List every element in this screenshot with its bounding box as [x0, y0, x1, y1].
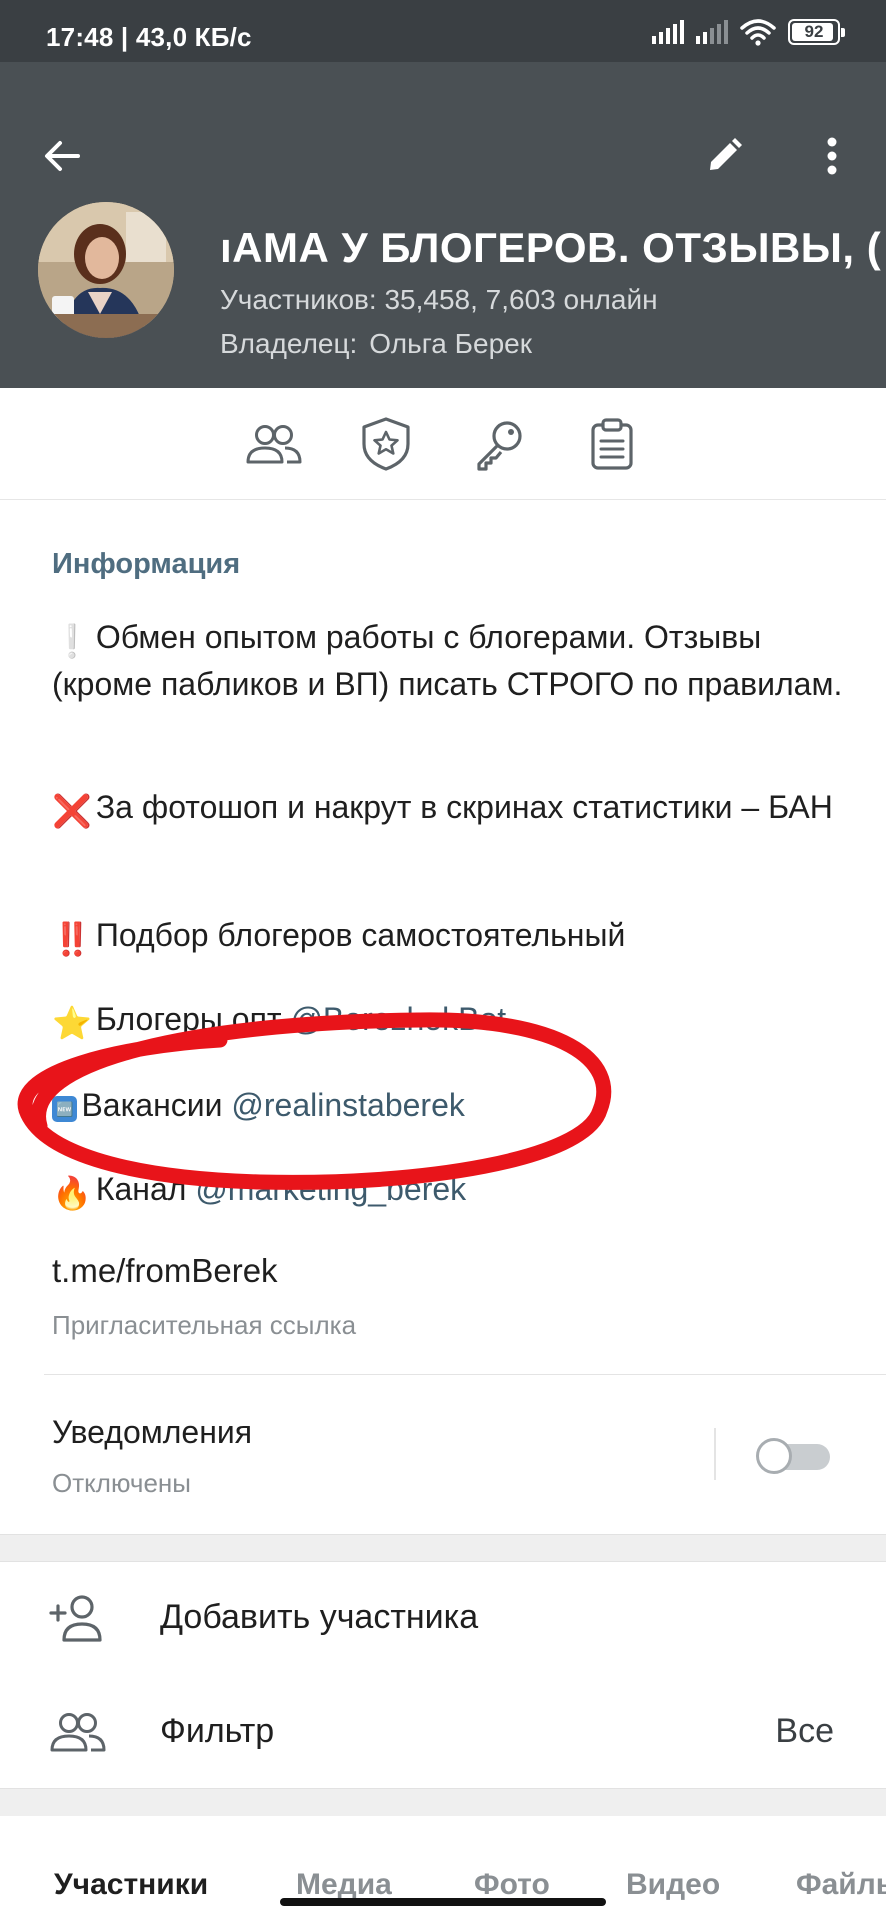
filter-label: Фильтр [160, 1712, 275, 1750]
filter-value: Все [775, 1712, 834, 1750]
pencil-icon [710, 138, 742, 170]
back-button[interactable] [30, 124, 94, 188]
arrow-back-icon [45, 141, 80, 171]
admins-button[interactable] [354, 412, 418, 476]
members-button[interactable] [242, 412, 306, 476]
exclamation-icon: ❕ [52, 623, 92, 659]
add-user-icon [46, 1590, 110, 1646]
double-exclamation-icon: ‼️ [52, 921, 92, 957]
section-gap [0, 1534, 886, 1562]
section-gap [0, 1788, 886, 1816]
tab-media[interactable]: Медиа [296, 1868, 392, 1902]
info-paragraph: ❕ Обмен опытом работы с блогерами. Отзывы… [52, 619, 843, 702]
fire-icon: 🔥 [52, 1175, 92, 1211]
wifi-icon [740, 19, 776, 46]
add-member-row[interactable]: Добавить участника [0, 1562, 886, 1672]
invite-link[interactable]: t.me/fromBerek [52, 1252, 278, 1290]
star-icon: ⭐ [52, 1005, 92, 1041]
group-title: ıАМА У БЛОГЕРОВ. ОТЗЫВЫ, ( [220, 224, 882, 271]
admin-actions-row [0, 388, 886, 500]
battery-level: 92 [804, 22, 824, 41]
info-paragraph: ⭐ Блогеры опт @BerezhokBot [52, 998, 852, 1045]
more-vertical-icon [827, 137, 837, 175]
channel-link[interactable]: @marketing_berek [195, 1171, 466, 1207]
owner-line: Владелец: Ольга Берек [220, 328, 532, 360]
notifications-status: Отключены [52, 1468, 191, 1498]
tab-files[interactable]: Файлы [796, 1868, 886, 1902]
add-member-label: Добавить участника [160, 1598, 479, 1636]
bot-link[interactable]: @BerezhokBot [290, 1001, 506, 1037]
owner-label: Владелец: [220, 328, 358, 359]
tab-videos[interactable]: Видео [626, 1868, 720, 1902]
shield-star-icon [362, 417, 410, 471]
divider [714, 1428, 716, 1480]
tab-photos[interactable]: Фото [474, 1868, 550, 1902]
status-bar: 17:48 | 43,0 КБ/с 92 [0, 0, 886, 62]
invite-link-label: Пригласительная ссылка [52, 1310, 357, 1340]
filter-row[interactable]: Фильтр Все [0, 1676, 886, 1786]
permissions-button[interactable] [468, 412, 532, 476]
signal-icon [696, 20, 728, 44]
members-count: Участников: 35,458, 7,603 онлайн [220, 284, 658, 315]
info-paragraph: ❌ За фотошоп и накрут в скринах статистик… [52, 786, 852, 833]
info-paragraph: ‼️ Подбор блогеров самостоятельный [52, 914, 852, 961]
info-paragraph: 🆕 Вакансии @realinstaberek [52, 1084, 852, 1127]
key-icon [477, 421, 522, 471]
more-options-button[interactable] [800, 124, 864, 188]
edit-button[interactable] [692, 124, 756, 188]
vacancies-link[interactable]: @realinstaberek [231, 1087, 464, 1123]
group-avatar[interactable] [38, 202, 174, 338]
members-icon [246, 425, 302, 464]
clipboard-icon [591, 418, 633, 470]
new-badge-icon: 🆕 [52, 1096, 78, 1122]
info-section-title: Информация [52, 548, 241, 580]
recent-actions-button[interactable] [580, 412, 644, 476]
divider [44, 1374, 886, 1375]
notifications-toggle[interactable] [756, 1436, 834, 1474]
info-paragraph: 🔥 Канал @marketing_berek [52, 1168, 852, 1215]
notifications-title[interactable]: Уведомления [52, 1414, 252, 1451]
battery-icon: 92 [788, 19, 845, 45]
home-indicator[interactable] [280, 1898, 606, 1906]
tab-members[interactable]: Участники [54, 1868, 208, 1902]
signal-icon [652, 20, 684, 44]
members-icon [46, 1704, 110, 1760]
owner-name[interactable]: Ольга Берек [369, 328, 532, 359]
status-time: 17:48 | 43,0 КБ/с [46, 22, 252, 52]
chat-header: ıАМА У БЛОГЕРОВ. ОТЗЫВЫ, ( Участников: 3… [0, 62, 886, 388]
cross-icon: ❌ [52, 793, 92, 829]
